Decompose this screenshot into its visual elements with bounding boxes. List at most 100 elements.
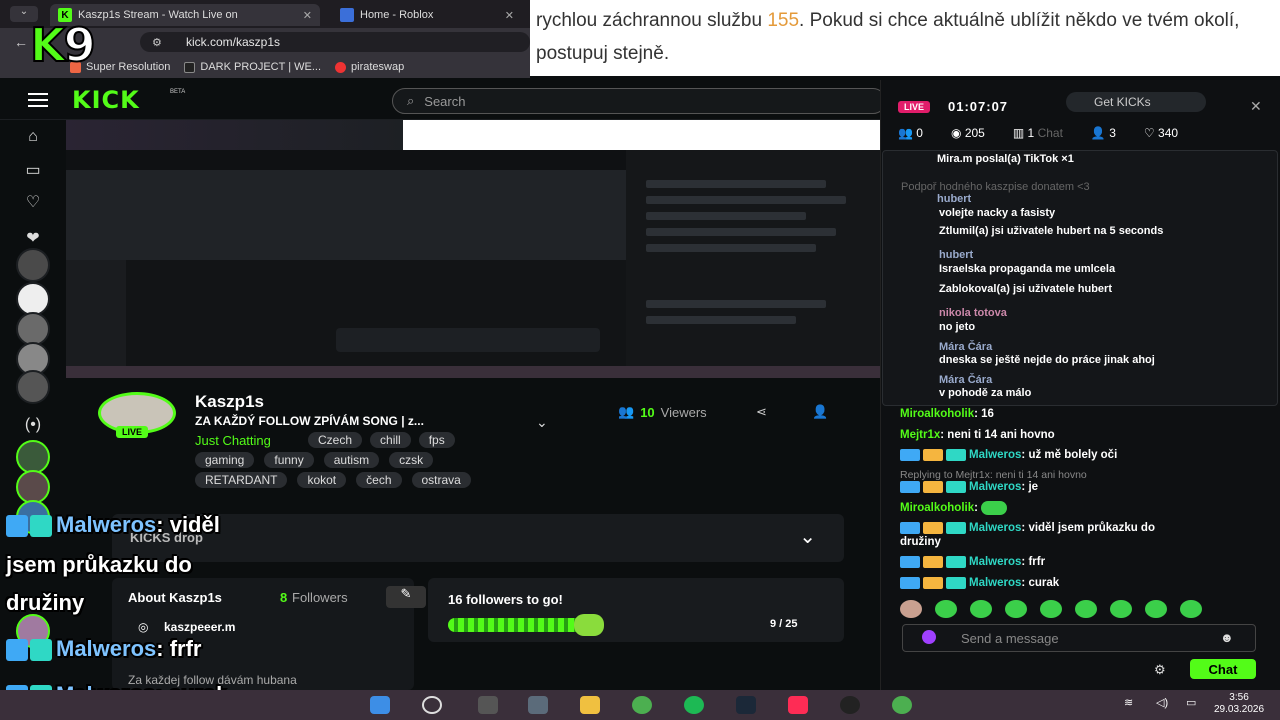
stat-value: 0 — [916, 126, 923, 140]
tag[interactable]: ostrava — [411, 472, 471, 488]
bookmark-item[interactable]: pirateswap — [335, 61, 404, 73]
steam-icon[interactable] — [736, 696, 756, 714]
chrome-icon[interactable] — [632, 696, 652, 714]
sidebar-channel-avatar[interactable] — [16, 312, 50, 346]
tag[interactable]: fps — [418, 432, 455, 448]
kicks-drop-panel[interactable]: KICKS drop ⌄ — [112, 514, 844, 562]
sidebar-channel-avatar[interactable] — [16, 248, 50, 282]
tag[interactable]: kokot — [297, 472, 347, 488]
live-broadcast-icon[interactable]: (•) — [20, 416, 46, 434]
emote-icon[interactable] — [900, 600, 922, 618]
chat-username[interactable]: Malweros — [969, 577, 1021, 589]
pinned-line: hubert — [937, 193, 971, 205]
eye-icon: ◉ — [950, 126, 962, 140]
sidebar-channel-avatar[interactable] — [16, 370, 50, 404]
live-badge: LIVE — [116, 426, 149, 438]
task-view-icon[interactable] — [478, 696, 498, 714]
back-arrow-icon[interactable]: ← — [14, 34, 28, 50]
tag[interactable]: čech — [356, 472, 402, 488]
following-icon[interactable]: ♡ — [20, 192, 46, 212]
tiktok-icon[interactable] — [788, 696, 808, 714]
volume-icon[interactable]: ◁) — [1156, 696, 1168, 709]
site-settings-icon[interactable]: ⚙ — [152, 36, 162, 49]
bookmark-item[interactable]: DARK PROJECT | WE... — [184, 61, 321, 73]
chat-username[interactable]: Malweros — [969, 481, 1021, 493]
overlay-text: jsem průkazku do — [6, 552, 192, 577]
obs-icon[interactable] — [840, 696, 860, 714]
hamburger-menu-icon[interactable] — [28, 93, 48, 107]
tag[interactable]: gaming — [195, 452, 255, 468]
search-placeholder: Search — [424, 93, 466, 109]
chat-text: : — [974, 502, 978, 515]
notice-number[interactable]: 155 — [767, 10, 799, 31]
emote-icon[interactable] — [1110, 600, 1132, 618]
social-link[interactable]: kaszpeeer.m — [164, 620, 235, 634]
badge-icon — [946, 481, 966, 493]
streamer-name[interactable]: Kaszp1s — [195, 392, 264, 412]
stat-item: 👥 0 — [898, 126, 923, 140]
chrome-profile-icon[interactable] — [892, 696, 912, 714]
emote-icon[interactable] — [970, 600, 992, 618]
chat-username[interactable]: Miroalkoholik — [900, 408, 974, 420]
tag[interactable]: Czech — [308, 432, 363, 448]
sidebar-channel-avatar[interactable] — [16, 470, 50, 504]
battery-icon[interactable]: ▭ — [1186, 696, 1196, 709]
gear-icon[interactable]: ⚙ — [1154, 662, 1166, 678]
edit-pencil-icon[interactable]: ✎ — [386, 586, 426, 608]
chevron-down-icon[interactable]: ⌄ — [536, 414, 548, 431]
stat-item: ▥ 1 Chat — [1013, 126, 1063, 140]
badge-icon — [900, 577, 920, 589]
file-explorer-icon[interactable] — [580, 696, 600, 714]
send-chat-button[interactable]: Chat — [1190, 659, 1256, 679]
tag[interactable]: funny — [264, 452, 314, 468]
tag[interactable]: chill — [370, 432, 411, 448]
stream-uptime: 01:07:07 — [948, 99, 1009, 114]
overlay-username: Malweros — [56, 636, 157, 661]
wifi-icon[interactable]: ≋ — [1124, 696, 1133, 709]
share-icon[interactable]: ⋖ — [756, 404, 767, 420]
stream-video-player[interactable] — [66, 120, 880, 378]
tag[interactable]: czsk — [389, 452, 434, 468]
user-identity-icon[interactable] — [922, 630, 936, 644]
start-icon[interactable] — [370, 696, 390, 714]
chat-username[interactable]: Mejtr1x — [900, 429, 940, 441]
emote-icon[interactable] — [1145, 600, 1167, 618]
url-field[interactable]: kick.com/kaszp1s — [140, 32, 530, 52]
spotify-icon[interactable] — [684, 696, 704, 714]
emote-icon[interactable] — [935, 600, 957, 618]
chat-username[interactable]: Miroalkoholik — [900, 502, 974, 514]
tag[interactable]: autism — [323, 452, 380, 468]
tab-roblox[interactable]: Home - Roblox ✕ — [332, 4, 522, 26]
browse-icon[interactable]: ▭ — [20, 160, 46, 180]
sidebar-channel-avatar[interactable] — [16, 440, 50, 474]
tag[interactable]: RETARDANT — [195, 472, 288, 488]
sidebar-channel-avatar[interactable] — [16, 282, 50, 316]
chevron-down-icon[interactable]: ⌄ — [799, 524, 816, 549]
emote-icon[interactable] — [1075, 600, 1097, 618]
overlay-chat-line: družiny — [6, 590, 84, 616]
emote-icon[interactable] — [1040, 600, 1062, 618]
kick-logo[interactable]: KICK — [72, 86, 140, 114]
close-icon[interactable]: ✕ — [303, 9, 312, 22]
get-kicks-button[interactable]: Get KICKs — [1066, 92, 1206, 112]
close-icon[interactable]: ✕ — [505, 9, 514, 22]
chat-username[interactable]: Malweros — [969, 522, 1021, 534]
search-input[interactable]: ⌕ Search — [392, 88, 886, 114]
home-icon[interactable]: ⌂ — [20, 128, 46, 146]
pinned-line: nikola totova — [939, 307, 1007, 319]
search-icon[interactable] — [422, 696, 442, 714]
chat-username[interactable]: Malweros — [969, 449, 1021, 461]
chat-message-input[interactable]: Send a message — [902, 624, 1256, 652]
favorites-heart-icon[interactable]: ❤ — [20, 228, 46, 248]
widgets-icon[interactable] — [528, 696, 548, 714]
badge-icon — [6, 515, 28, 538]
viewers-icon: 👥 — [618, 404, 635, 419]
close-icon[interactable]: ✕ — [1250, 98, 1262, 115]
follow-user-icon[interactable]: 👤 — [812, 404, 828, 420]
taskbar-clock[interactable]: 3:56 29.03.2026 — [1214, 692, 1264, 716]
emoji-picker-icon[interactable]: ☻ — [1220, 630, 1234, 645]
category-link[interactable]: Just Chatting — [195, 433, 271, 448]
chat-username[interactable]: Malweros — [969, 556, 1021, 568]
emote-icon[interactable] — [1005, 600, 1027, 618]
emote-icon[interactable] — [1180, 600, 1202, 618]
